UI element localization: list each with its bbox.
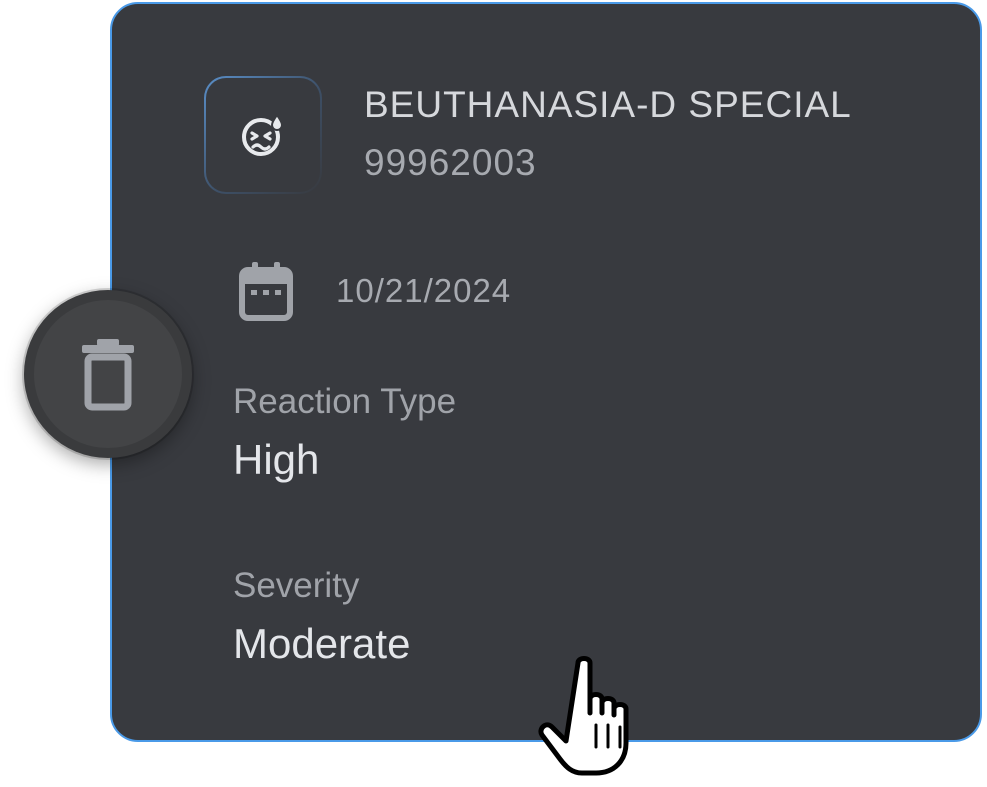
- sick-face-icon: [242, 113, 284, 156]
- drug-code: 99962003: [364, 142, 537, 183]
- allergy-card[interactable]: BEUTHANASIA-D SPECIAL 99962003 10/21/202…: [110, 2, 982, 742]
- hand-pointer-icon: [538, 656, 629, 776]
- severity-label: Severity: [233, 566, 360, 605]
- reaction-type-label: Reaction Type: [233, 382, 457, 421]
- drug-name: BEUTHANASIA-D SPECIAL: [364, 84, 852, 125]
- drug-icon-container: [204, 76, 322, 194]
- reaction-type-value: High: [233, 436, 320, 483]
- reaction-date: 10/21/2024: [336, 272, 512, 309]
- calendar-icon: [239, 262, 293, 321]
- delete-button[interactable]: [24, 290, 192, 458]
- severity-value: Moderate: [233, 620, 411, 667]
- trash-icon: [82, 339, 134, 411]
